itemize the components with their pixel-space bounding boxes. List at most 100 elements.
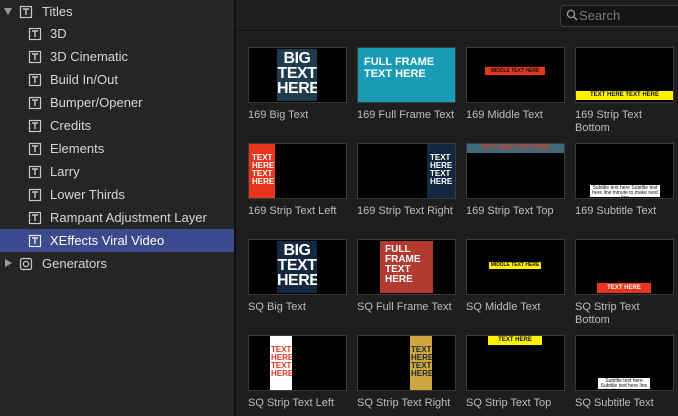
tile-caption: 169 Strip Text Bottom [575,109,643,134]
title-tile[interactable]: FULL FRAME TEXT HERE SQ Full Frame Text [357,239,457,314]
disclosure-triangle-expanded-icon[interactable] [4,8,12,15]
title-folder-icon [28,50,42,64]
tile-caption: SQ Subtitle Text [575,397,654,409]
title-folder-icon [28,27,42,41]
tile-caption: 169 Strip Text Top [466,205,554,217]
tile-caption: SQ Strip Text Top [466,397,552,409]
preview-text: TEXT HERE [488,336,542,345]
browser: BIG TEXT HERE 169 Big Text FULL FRAME TE… [236,0,678,416]
thumbnail: Subtitle text here Subtitle text here li… [575,143,674,199]
title-tile[interactable]: TEXT HERE TEXT HERE 169 Strip Text Botto… [575,47,675,135]
title-folder-icon [28,165,42,179]
thumbnail: TEXT HERE TEXT HERE [248,143,347,199]
tile-caption: SQ Strip Text Right [357,397,451,409]
thumbnail: TEXT HERE TEXT HERE [575,47,674,103]
tile-caption: SQ Middle Text [466,301,541,313]
tile-caption: SQ Big Text [248,301,306,313]
sidebar-item-elements[interactable]: Elements [0,137,234,160]
title-tile[interactable]: TEXT HERE TEXT HERE 169 Strip Text Right [357,143,457,218]
tile-caption: 169 Strip Text Right [357,205,453,217]
preview-text: BIG TEXT HERE [277,49,317,101]
preview-text: TEXT HERE TEXT HERE [410,336,432,390]
thumbnail: MIDDLE TEXT HERE [466,47,565,103]
title-folder-icon [28,119,42,133]
title-tile[interactable]: BIG TEXT HERE SQ Big Text [248,239,348,314]
sidebar-item-label: Credits [50,118,92,133]
thumbnail: BIG TEXT HERE [248,47,347,103]
title-tile[interactable]: TEXT HERE SQ Strip Text Bottom [575,239,675,327]
disclosure-triangle-collapsed-icon[interactable] [5,259,12,267]
sidebar-item-xeffects-viral-video[interactable]: XEffects Viral Video [0,229,234,252]
sidebar-item-label: Titles [42,4,73,19]
thumbnail: Subtitle text here Subtitle text here li… [575,335,674,391]
sidebar-item-label: 3D [50,26,67,41]
sidebar-item-label: Generators [42,256,108,271]
tile-caption: 169 Strip Text Left [248,205,337,217]
title-folder-icon [28,142,42,156]
title-tile[interactable]: TEXT HERE TEXT HERE SQ Strip Text Right [357,335,457,410]
sidebar-item-credits[interactable]: Credits [0,114,234,137]
generators-icon [19,257,33,271]
title-tile[interactable]: TEXT HERE TEXT HERE 169 Strip Text Top [466,143,566,218]
title-tile[interactable]: Subtitle text here Subtitle text here li… [575,143,675,218]
preview-text: TEXT HERE TEXT HERE [427,144,455,198]
search-input[interactable] [579,7,678,23]
tile-caption: SQ Strip Text Left [248,397,335,409]
sidebar-item-3d-cinematic[interactable]: 3D Cinematic [0,45,234,68]
sidebar-item-lower-thirds[interactable]: Lower Thirds [0,183,234,206]
title-tile[interactable]: MIDDLE TEXT HERE 169 Middle Text [466,47,566,122]
thumbnail: MIDDLE TEXT HERE [466,239,565,295]
toolbar-divider [236,30,678,31]
tile-caption: 169 Subtitle Text [575,205,657,217]
title-tile[interactable]: Subtitle text here Subtitle text here li… [575,335,675,410]
sidebar-item-label: Larry [50,164,80,179]
sidebar-item-larry[interactable]: Larry [0,160,234,183]
title-folder-icon [28,96,42,110]
preview-text: FULL FRAME TEXT HERE [380,241,433,293]
sidebar-item-label: Bumper/Opener [50,95,143,110]
title-tile[interactable]: TEXT HERE TEXT HERE SQ Strip Text Left [248,335,348,410]
preview-text: Subtitle text here Subtitle text here li… [598,378,650,389]
preview-text: TEXT HERE TEXT HERE [576,91,673,100]
thumbnail: TEXT HERE [466,335,565,391]
preview-text: BIG TEXT HERE [277,241,317,293]
thumbnail: TEXT HERE TEXT HERE [248,335,347,391]
preview-text: MIDDLE TEXT HERE [489,262,541,269]
title-tile[interactable]: TEXT HERE TEXT HERE 169 Strip Text Left [248,143,348,218]
title-tile[interactable]: BIG TEXT HERE 169 Big Text [248,47,348,122]
sidebar-item-generators[interactable]: Generators [0,252,234,275]
tile-caption: 169 Middle Text [466,109,543,121]
preview-text: Subtitle text here Subtitle text here li… [590,185,660,197]
title-tile[interactable]: TEXT HERE SQ Strip Text Top [466,335,566,410]
sidebar-item-label: Lower Thirds [50,187,125,202]
tile-caption: 169 Full Frame Text [357,109,455,121]
sidebar-item-titles[interactable]: Titles [0,0,234,23]
tile-caption: 169 Big Text [248,109,309,121]
title-tile[interactable]: MIDDLE TEXT HERE SQ Middle Text [466,239,566,314]
preview-text: MIDDLE TEXT HERE [485,67,545,75]
sidebar-item-label: Build In/Out [50,72,118,87]
sidebar-item-label: Elements [50,141,105,156]
preview-text: TEXT HERE TEXT HERE [270,336,292,390]
preview-text: FULL FRAME TEXT HERE [364,56,435,80]
search-icon [566,9,578,21]
thumbnail: TEXT HERE TEXT HERE [357,143,456,199]
sidebar-item-label: 3D Cinematic [50,49,129,64]
sidebar-item-3d[interactable]: 3D [0,22,234,45]
title-folder-icon [28,73,42,87]
title-tile[interactable]: FULL FRAME TEXT HERE 169 Full Frame Text [357,47,457,122]
search-field[interactable] [560,5,678,27]
thumbnail: TEXT HERE [575,239,674,295]
thumbnail: BIG TEXT HERE [248,239,347,295]
preview-text: TEXT HERE TEXT HERE [249,144,275,198]
preview-text: TEXT HERE TEXT HERE [467,144,564,153]
title-folder-icon [28,211,42,225]
thumbnail: TEXT HERE TEXT HERE [357,335,456,391]
sidebar-item-label: Rampant Adjustment Layer [50,210,207,225]
title-folder-icon [28,234,42,248]
sidebar-item-bumper-opener[interactable]: Bumper/Opener [0,91,234,114]
sidebar: Titles 3D 3D Cinematic Build In/Out Bump… [0,0,234,416]
sidebar-item-rampant-adjustment-layer[interactable]: Rampant Adjustment Layer [0,206,234,229]
sidebar-item-build-in-out[interactable]: Build In/Out [0,68,234,91]
tile-caption: SQ Full Frame Text [357,301,452,313]
